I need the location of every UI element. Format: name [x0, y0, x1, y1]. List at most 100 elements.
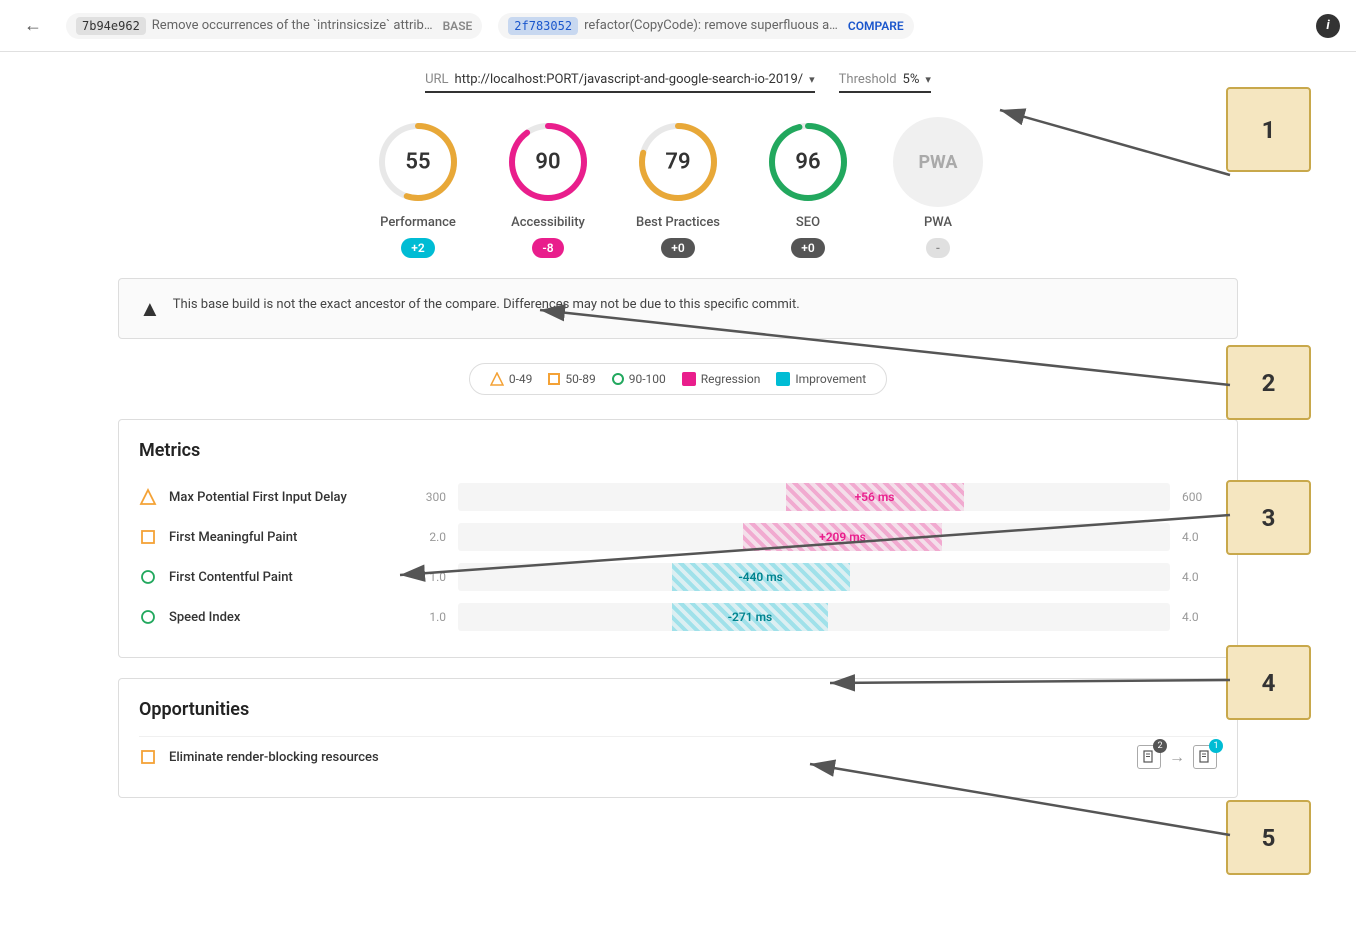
triangle-metric-icon: [139, 488, 157, 506]
page-icon: [1142, 750, 1156, 764]
header-bar: ← 7b94e962 Remove occurrences of the `in…: [0, 0, 1356, 52]
score-badge: +2: [401, 238, 434, 258]
url-section[interactable]: URL http://localhost:PORT/javascript-and…: [425, 72, 815, 93]
metric-min: 1.0: [411, 610, 446, 624]
opportunities-rows: Eliminate render-blocking resources 2 →: [139, 736, 1217, 777]
metric-bar-fill: -440 ms: [672, 563, 850, 591]
metric-bar-fill: -271 ms: [672, 603, 829, 631]
url-value: http://localhost:PORT/javascript-and-goo…: [455, 72, 804, 87]
opp-name: Eliminate render-blocking resources: [169, 750, 1125, 765]
arrow-right-icon: →: [1169, 747, 1185, 767]
compare-hash: 2f783052: [508, 17, 578, 35]
pwa-badge: -: [926, 238, 950, 258]
score-item-performance[interactable]: 55 Performance +2: [373, 117, 463, 258]
score-item-seo[interactable]: 96 SEO +0: [763, 117, 853, 258]
scores-row: 55 Performance +2 90 Accessibility -8 79: [118, 117, 1238, 258]
info-icon[interactable]: i: [1316, 14, 1340, 38]
legend-item-circle: 90-100: [612, 372, 666, 386]
legend-bar: 0-49 50-89 90-100 Regression Improvement: [469, 363, 887, 395]
score-number: 90: [535, 150, 560, 175]
opportunities-section: Opportunities Eliminate render-blocking …: [118, 678, 1238, 798]
square-icon: [548, 373, 560, 385]
opp-action-btn-1[interactable]: 2: [1137, 745, 1161, 769]
compare-tag: COMPARE: [848, 19, 904, 33]
base-description: Remove occurrences of the `intrinsicsize…: [152, 18, 433, 33]
metric-name: Max Potential First Input Delay: [169, 490, 399, 505]
metric-min: 1.0: [411, 570, 446, 584]
pwa-circle: PWA: [893, 117, 983, 207]
legend-label: Improvement: [795, 372, 866, 386]
score-circle-seo: 96: [763, 117, 853, 207]
metric-icon-container: [139, 608, 157, 626]
score-name: Accessibility: [511, 215, 585, 230]
score-item-accessibility[interactable]: 90 Accessibility -8: [503, 117, 593, 258]
score-item-pwa[interactable]: PWA PWA -: [893, 117, 983, 258]
metric-max: 4.0: [1182, 570, 1217, 584]
metric-bar: +56 ms: [458, 483, 1170, 511]
metric-bar-fill: +56 ms: [786, 483, 964, 511]
url-label: URL: [425, 72, 448, 87]
score-badge: -8: [532, 238, 563, 258]
metrics-rows: Max Potential First Input Delay 300 +56 …: [139, 477, 1217, 637]
score-name: Best Practices: [636, 215, 720, 230]
metric-min: 300: [411, 490, 446, 504]
square-metric-icon: [140, 529, 156, 545]
metrics-section: Metrics Max Potential First Input Delay …: [118, 419, 1238, 658]
metric-bar: -440 ms: [458, 563, 1170, 591]
threshold-dropdown-arrow: ▾: [925, 73, 931, 86]
metrics-title: Metrics: [139, 440, 1217, 461]
legend-label: 0-49: [509, 372, 533, 386]
metric-max: 4.0: [1182, 530, 1217, 544]
score-name: SEO: [796, 215, 820, 230]
legend-item-triangle: 0-49: [490, 372, 533, 386]
legend-label: 90-100: [629, 372, 666, 386]
legend-item-square: 50-89: [548, 372, 595, 386]
url-threshold-bar: URL http://localhost:PORT/javascript-and…: [118, 72, 1238, 93]
opportunities-title: Opportunities: [139, 699, 1217, 720]
circle-green-metric-icon: [140, 609, 156, 625]
metric-row: Speed Index 1.0 -271 ms 4.0: [139, 597, 1217, 637]
warning-text: This base build is not the exact ancesto…: [173, 295, 800, 315]
warning-icon: ▲: [139, 296, 161, 322]
warning-box: ▲ This base build is not the exact ances…: [118, 278, 1238, 339]
metric-name: First Contentful Paint: [169, 570, 399, 585]
metric-name: Speed Index: [169, 610, 399, 625]
page-icon-2: [1198, 750, 1212, 764]
base-hash: 7b94e962: [76, 17, 146, 35]
metric-row: Max Potential First Input Delay 300 +56 …: [139, 477, 1217, 517]
legend-label: Regression: [701, 372, 761, 386]
opp-action-btn-2[interactable]: 1: [1193, 745, 1217, 769]
metric-min: 2.0: [411, 530, 446, 544]
badge-count-left: 2: [1153, 739, 1167, 753]
base-commit-chip[interactable]: 7b94e962 Remove occurrences of the `intr…: [66, 13, 482, 39]
threshold-label: Threshold: [839, 72, 897, 87]
score-name: Performance: [380, 215, 456, 230]
opp-square-icon: [140, 749, 156, 765]
score-badge: +0: [791, 238, 824, 258]
metric-max: 4.0: [1182, 610, 1217, 624]
threshold-section[interactable]: Threshold 5% ▾: [839, 72, 931, 93]
opportunity-row: Eliminate render-blocking resources 2 →: [139, 736, 1217, 777]
legend-item-improvement: Improvement: [776, 372, 866, 386]
legend-item-regression: Regression: [682, 372, 761, 386]
circle-metric-icon: [140, 569, 156, 585]
metric-row: First Contentful Paint 1.0 -440 ms 4.0: [139, 557, 1217, 597]
metric-bar-fill: +209 ms: [743, 523, 942, 551]
metric-bar: -271 ms: [458, 603, 1170, 631]
back-button[interactable]: ←: [16, 11, 50, 40]
metric-row: First Meaningful Paint 2.0 +209 ms 4.0: [139, 517, 1217, 557]
triangle-icon: [490, 372, 504, 386]
score-number: 79: [665, 150, 690, 175]
badge-count-right: 1: [1209, 739, 1223, 753]
score-name-pwa: PWA: [924, 215, 952, 230]
compare-description: refactor(CopyCode): remove superfluous a…: [584, 18, 838, 33]
score-item-best-practices[interactable]: 79 Best Practices +0: [633, 117, 723, 258]
metric-icon-container: [139, 568, 157, 586]
opp-actions: 2 → 1: [1137, 745, 1217, 769]
opp-icon-container: [139, 748, 157, 766]
metric-icon-container: [139, 488, 157, 506]
metric-icon-container: [139, 528, 157, 546]
compare-commit-chip[interactable]: 2f783052 refactor(CopyCode): remove supe…: [498, 13, 913, 39]
score-circle-performance: 55: [373, 117, 463, 207]
legend-label: 50-89: [565, 372, 595, 386]
